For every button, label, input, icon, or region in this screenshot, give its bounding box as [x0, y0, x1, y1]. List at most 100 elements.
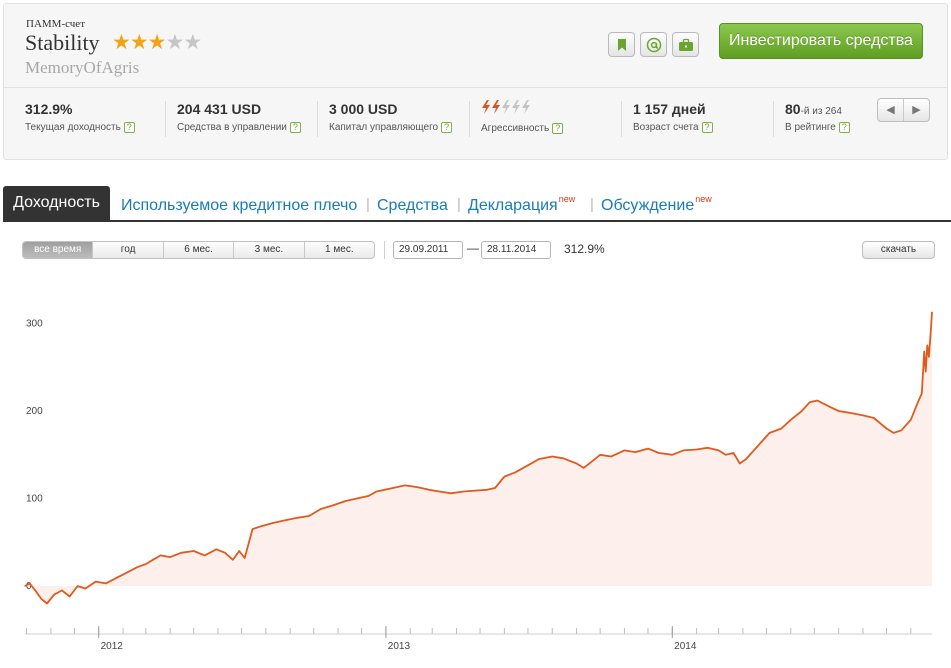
metric-value: 1 157 дней: [633, 101, 706, 117]
data-point: [486, 489, 488, 491]
data-point: [463, 490, 465, 493]
data-point: [61, 589, 63, 591]
data-point: [46, 602, 48, 605]
data-point: [375, 490, 378, 493]
period-all-time[interactable]: все время: [23, 242, 93, 258]
data-point: [356, 497, 358, 500]
data-point: [296, 517, 298, 519]
data-point: [450, 492, 452, 494]
account-card: ПАММ-счет Stability ★★★★★ MemoryOfAgris …: [3, 3, 948, 160]
y-tick-label: 300: [26, 319, 43, 330]
data-point: [732, 452, 735, 454]
account-name[interactable]: Stability: [25, 30, 100, 56]
tab-separator: |: [366, 196, 370, 213]
data-point: [538, 458, 540, 460]
metric-rating-position: 80-й из 264 В рейтинге?: [785, 101, 850, 133]
data-point: [24, 585, 26, 587]
metric-label: Агрессивность: [481, 123, 550, 134]
data-point: [160, 554, 162, 556]
next-arrow-icon[interactable]: ▶: [903, 99, 929, 121]
data-point: [921, 392, 923, 395]
range-yield-value: 312.9%: [564, 242, 605, 256]
portfolio-button[interactable]: [672, 32, 699, 57]
data-point: [910, 419, 912, 421]
help-icon[interactable]: ?: [123, 122, 135, 133]
bolt-icon: [492, 100, 500, 114]
tab-label: Декларация: [468, 197, 558, 214]
data-point: [474, 490, 476, 492]
metric-current-yield: 312.9% Текущая доходность?: [25, 101, 135, 133]
data-point: [725, 454, 727, 456]
help-icon[interactable]: ?: [441, 122, 453, 133]
tab-yield[interactable]: Доходность: [3, 186, 110, 222]
divider: [469, 101, 470, 137]
bookmark-button[interactable]: [608, 32, 635, 57]
star-icon: ★: [112, 31, 131, 54]
tab-discussion[interactable]: Обсуждениеnew: [601, 194, 712, 215]
data-point: [658, 452, 660, 454]
data-point: [193, 550, 195, 552]
y-tick-label: 200: [26, 406, 43, 417]
data-point: [745, 458, 747, 460]
new-badge: new: [695, 194, 712, 204]
data-point: [244, 557, 246, 559]
date-from-field[interactable]: 29.09.2011: [393, 241, 463, 259]
data-point: [590, 461, 593, 463]
at-icon: [646, 37, 661, 52]
period-3-months[interactable]: 3 мес.: [233, 242, 303, 258]
help-icon[interactable]: ?: [838, 122, 850, 133]
data-point: [610, 455, 612, 458]
data-point: [428, 489, 430, 491]
tab-funds[interactable]: Средства: [377, 194, 449, 215]
prev-arrow-icon[interactable]: ◀: [878, 99, 903, 121]
data-point: [929, 336, 932, 338]
help-icon[interactable]: ?: [289, 122, 301, 133]
tab-label: Средства: [377, 197, 448, 214]
data-point: [137, 566, 139, 568]
bolt-icon: [522, 100, 530, 114]
data-point: [251, 528, 254, 530]
help-icon[interactable]: ?: [701, 122, 713, 133]
data-point: [816, 399, 819, 402]
divider: [4, 87, 947, 88]
period-6-months[interactable]: 6 мес.: [162, 242, 233, 258]
invest-button[interactable]: Инвестировать средства: [719, 23, 923, 59]
help-icon[interactable]: ?: [552, 123, 564, 134]
data-point: [562, 457, 564, 459]
tab-separator: |: [457, 196, 461, 213]
period-year[interactable]: год: [92, 242, 162, 258]
data-point: [862, 414, 864, 416]
data-point: [404, 484, 406, 486]
data-point: [928, 356, 930, 358]
data-point: [780, 427, 783, 430]
data-point: [438, 490, 440, 493]
account-pager: ◀ ▶: [877, 98, 930, 122]
x-axis: 2012 2013 2014: [98, 626, 697, 652]
data-point: [332, 504, 334, 507]
bolt-icon: [502, 100, 510, 114]
data-point: [576, 462, 578, 465]
data-point: [34, 589, 36, 591]
data-point: [84, 588, 86, 590]
rating-stars: ★★★★★: [112, 30, 202, 55]
bookmark-icon: [617, 38, 626, 51]
tab-separator: |: [590, 196, 594, 213]
data-point: [900, 429, 903, 431]
download-button[interactable]: скачать: [862, 241, 935, 259]
data-point: [69, 595, 71, 598]
tab-leverage[interactable]: Используемое кредитное плечо: [121, 194, 358, 215]
period-1-month[interactable]: 1 мес.: [303, 242, 374, 258]
account-owner[interactable]: MemoryOfAgris: [25, 58, 139, 78]
tab-bar: Доходность Используемое кредитное плечо …: [3, 186, 951, 222]
date-to-field[interactable]: 28.11.2014: [481, 241, 551, 259]
data-point: [145, 563, 147, 565]
data-point: [828, 406, 830, 408]
data-point: [180, 552, 182, 554]
email-button[interactable]: [640, 32, 667, 57]
y-tick-label: 100: [26, 494, 43, 505]
tab-label: Используемое кредитное плечо: [121, 197, 358, 214]
tab-declaration[interactable]: Декларацияnew: [468, 194, 575, 215]
metric-value: 204 431 USD: [177, 101, 262, 117]
bolt-icon: [482, 100, 490, 114]
data-point: [125, 572, 127, 574]
